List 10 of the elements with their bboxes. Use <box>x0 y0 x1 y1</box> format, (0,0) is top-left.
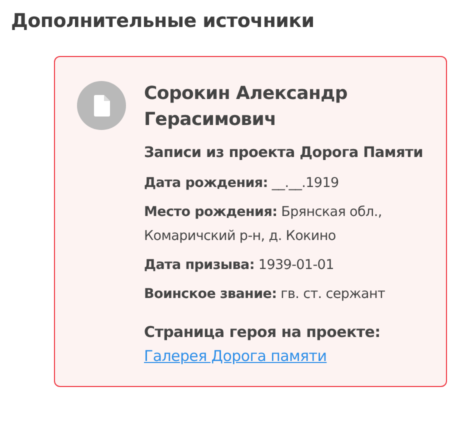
record-field: Воинское звание: гв. ст. сержант <box>144 282 434 306</box>
record-field: Дата рождения: __.__.1919 <box>144 171 434 195</box>
record-field: Место рождения: Брянская обл., Комаричский р-н, д. Кокино <box>144 200 434 248</box>
gallery-link[interactable]: Галерея Дорога памяти <box>144 347 327 365</box>
source-title: Записи из проекта Дорога Памяти <box>144 144 424 163</box>
document-icon <box>77 81 126 130</box>
section-heading: Дополнительные источники <box>11 10 316 32</box>
record-field: Дата призыва: 1939-01-01 <box>144 253 434 277</box>
hero-page-label: Страница героя на проекте: <box>144 322 382 343</box>
person-name: Сорокин Александр Герасимович <box>144 82 348 132</box>
